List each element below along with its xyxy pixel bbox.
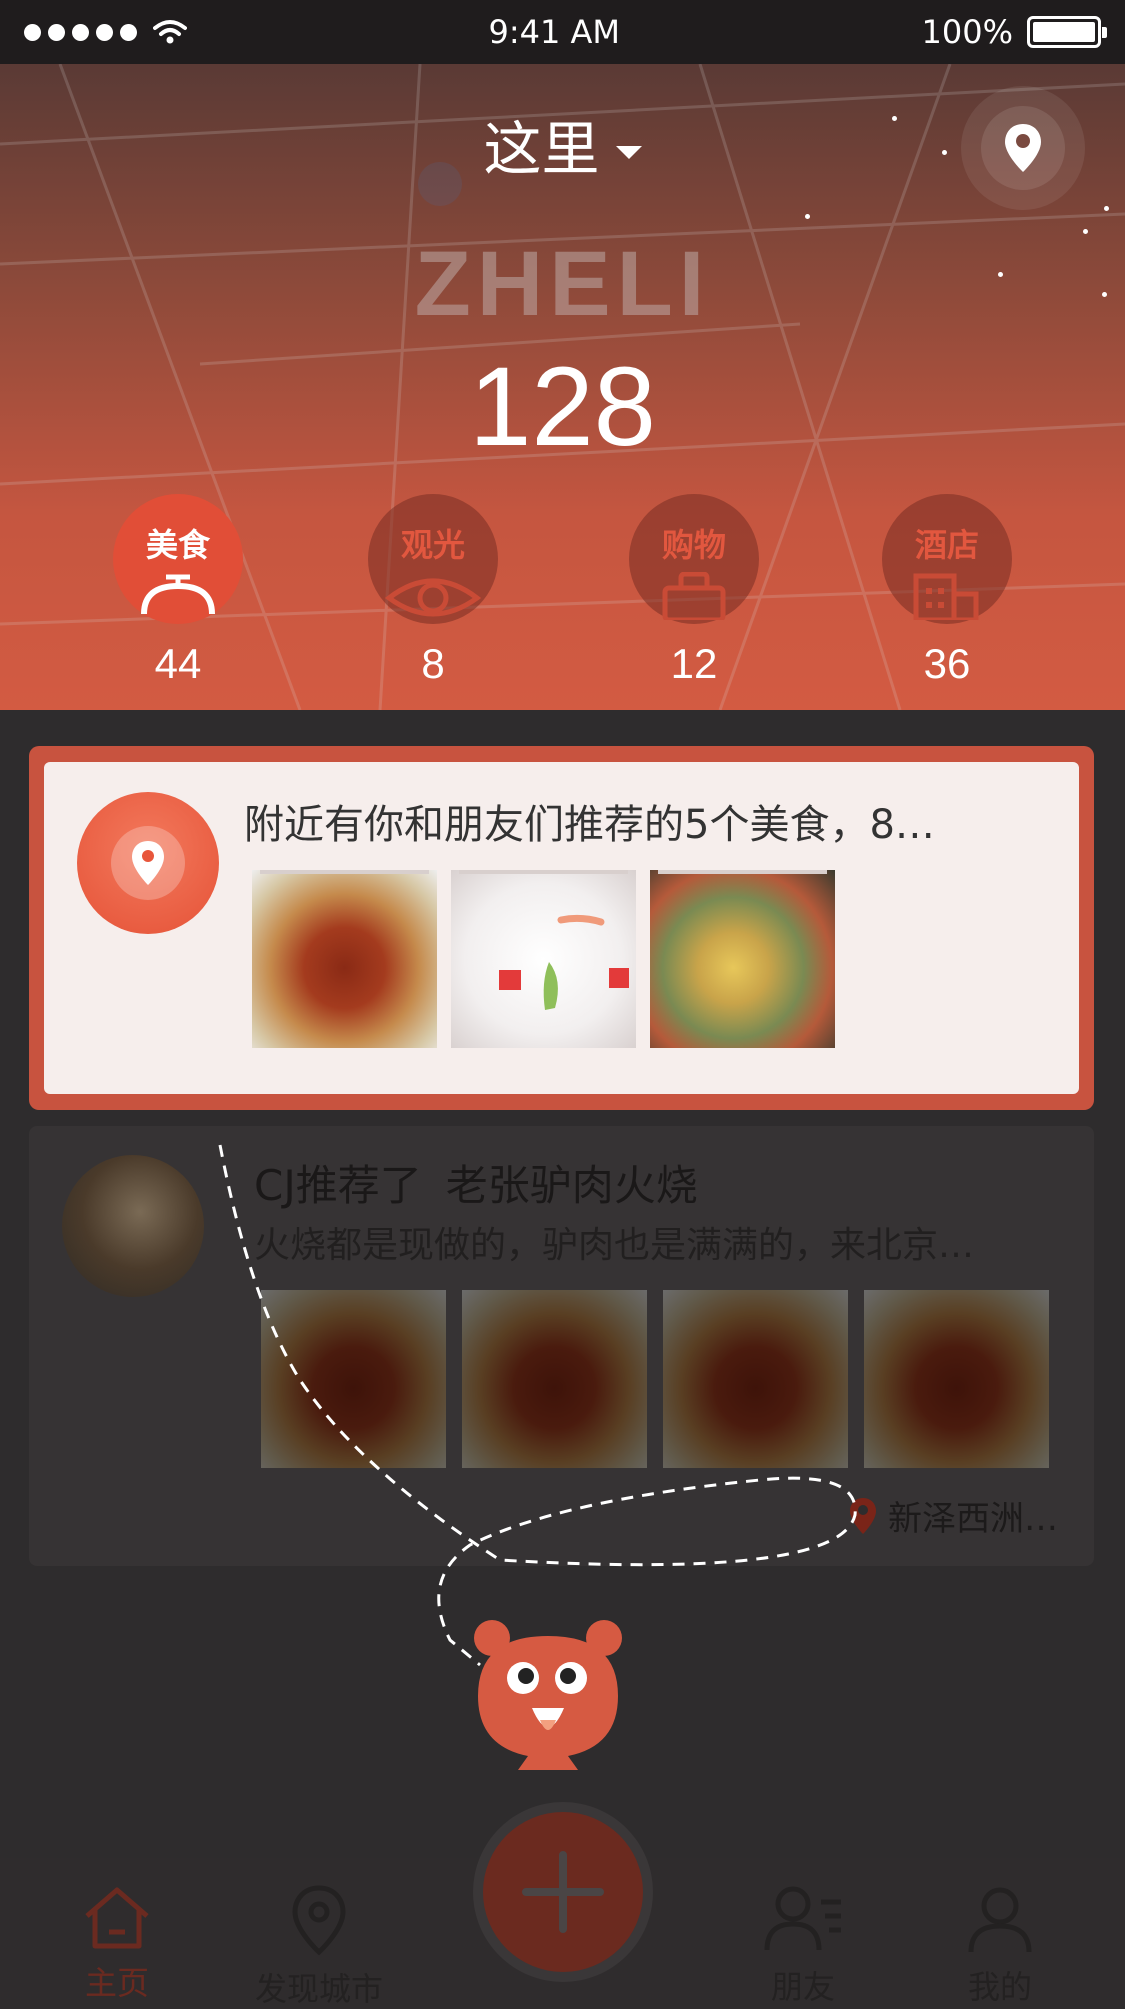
- category-count: 36: [923, 640, 971, 687]
- post-user: CJ推荐了: [254, 1161, 422, 1210]
- shopping-bag-icon: [662, 572, 726, 620]
- location-name: 这里: [483, 115, 600, 183]
- status-left: [24, 19, 187, 45]
- category-label: 购物: [661, 526, 726, 564]
- battery-percent: 100%: [921, 13, 1013, 51]
- category-shopping[interactable]: 购物 12: [624, 494, 764, 688]
- category-count: 44: [154, 640, 202, 687]
- tab-discover-city[interactable]: 发现城市: [229, 1884, 409, 2009]
- nearby-recommendation-card[interactable]: 附近有你和朋友们推荐的5个美食，8…: [29, 746, 1094, 1110]
- plate-illustration: [499, 914, 629, 1010]
- hotel-building-icon: [913, 573, 979, 620]
- tab-label: 发现城市: [254, 1970, 383, 2008]
- caret-down-icon: [615, 146, 642, 160]
- tab-friends[interactable]: 朋友: [713, 1884, 893, 2008]
- category-row: 美食 44 观光 8 购物 12 酒店 36: [0, 494, 1125, 704]
- category-food-button: 美食: [113, 494, 243, 624]
- category-food[interactable]: 美食 44: [108, 494, 248, 688]
- cloche-icon: [141, 574, 215, 615]
- category-hotel[interactable]: 酒店 36: [877, 494, 1017, 688]
- category-shopping-button: 购物: [629, 494, 759, 624]
- tab-label: 我的: [967, 1968, 1032, 2006]
- food-photo[interactable]: [650, 870, 835, 1048]
- category-hotel-button: 酒店: [882, 494, 1012, 624]
- post-title: CJ推荐了 老张驴肉火烧: [254, 1152, 698, 1213]
- nearby-recommendation-text: 附近有你和朋友们推荐的5个美食，8…: [244, 802, 935, 848]
- post-photo-strip: [261, 1290, 1049, 1468]
- category-label: 观光: [400, 526, 465, 564]
- location-pin-icon: [850, 1497, 876, 1534]
- food-photo[interactable]: [451, 870, 636, 1048]
- category-sightseeing[interactable]: 观光 8: [363, 494, 503, 688]
- tab-home[interactable]: 主页: [27, 1884, 207, 2004]
- friend-post-card[interactable]: CJ推荐了 老张驴肉火烧 火烧都是现做的，驴肉也是满满的，来北京… 新泽西洲…: [29, 1126, 1094, 1566]
- bear-mascot-icon: [474, 1620, 622, 1770]
- add-button-frame: [473, 1802, 653, 1982]
- location-selector[interactable]: 这里: [0, 102, 1125, 186]
- status-right: 100%: [921, 13, 1107, 51]
- nearby-photo-strip: [252, 870, 835, 1048]
- home-icon: [85, 1887, 149, 1949]
- nearby-recommendation-inner: 附近有你和朋友们推荐的5个美食，8…: [44, 762, 1079, 1094]
- category-count: 8: [421, 640, 445, 687]
- category-label: 美食: [145, 526, 210, 564]
- locate-button-inner: [981, 106, 1065, 190]
- signal-strength-icon: [24, 23, 137, 41]
- food-photo[interactable]: [252, 870, 437, 1048]
- wifi-icon: [153, 20, 187, 44]
- post-photo[interactable]: [261, 1290, 446, 1468]
- map-pin-icon: [292, 1885, 346, 1956]
- post-photo[interactable]: [864, 1290, 1049, 1468]
- location-pin-icon: [1005, 124, 1041, 172]
- location-pin-icon: [132, 841, 164, 885]
- post-location-text: 新泽西洲…: [888, 1499, 1058, 1539]
- brand-logo: ZHELI: [414, 233, 711, 335]
- eye-icon: [385, 578, 481, 617]
- post-body: 火烧都是现做的，驴肉也是满满的，来北京…: [254, 1225, 975, 1266]
- status-bar: 9:41 AM 100%: [0, 0, 1125, 64]
- friends-icon: [764, 1886, 841, 1951]
- category-sightseeing-button: 观光: [368, 494, 498, 624]
- category-count: 12: [670, 640, 718, 687]
- battery-icon: [1026, 16, 1107, 48]
- locate-button[interactable]: [961, 86, 1085, 210]
- plus-icon: [522, 1851, 604, 1933]
- tab-label: 朋友: [770, 1968, 835, 2006]
- tab-profile[interactable]: 我的: [910, 1884, 1090, 2008]
- header: 这里 ZHELI 128 美食 44 观光 8 购物 12 酒店 36: [0, 64, 1125, 710]
- profile-icon: [968, 1887, 1032, 1953]
- post-place[interactable]: 老张驴肉火烧: [446, 1161, 698, 1210]
- tab-label: 主页: [84, 1964, 149, 2002]
- total-count: 128: [469, 344, 656, 469]
- add-button[interactable]: [483, 1812, 643, 1972]
- nearby-icon-ring: [111, 826, 185, 900]
- status-time: 9:41 AM: [488, 13, 621, 51]
- nearby-icon-circle: [77, 792, 219, 934]
- post-location[interactable]: 新泽西洲…: [848, 1491, 1058, 1540]
- avatar[interactable]: [62, 1155, 204, 1297]
- post-photo[interactable]: [462, 1290, 647, 1468]
- category-label: 酒店: [914, 526, 979, 564]
- post-photo[interactable]: [663, 1290, 848, 1468]
